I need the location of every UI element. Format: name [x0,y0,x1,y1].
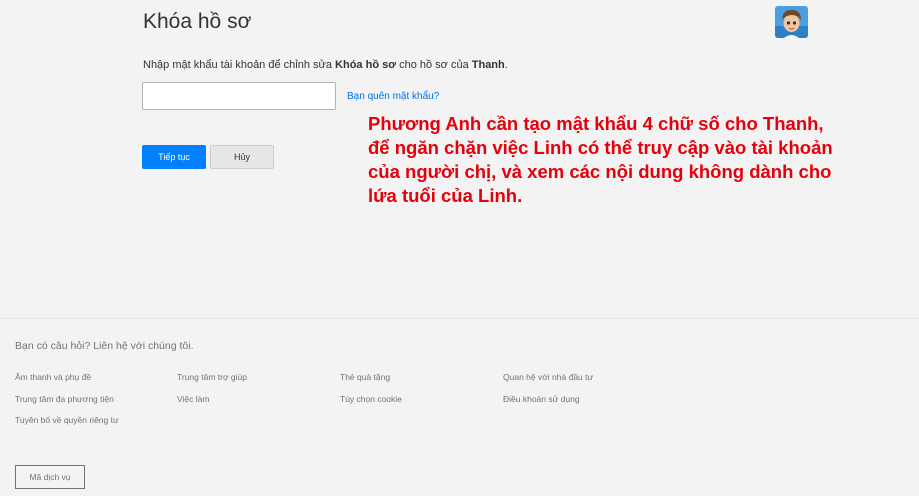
footer-link-jobs[interactable]: Việc làm [177,394,340,416]
avatar-image [775,6,808,38]
annotation-overlay: Phương Anh cần tạo mật khẩu 4 chữ số cho… [368,112,918,208]
footer-link-privacy-statement[interactable]: Tuyên bố về quyền riêng tư [15,415,177,437]
instructions-setting-name: Khóa hồ sơ [335,59,397,71]
instructions-text: Nhập mật khẩu tài khoản để chỉnh sửa Khó… [143,59,508,71]
footer-divider [0,318,919,319]
page-title: Khóa hồ sơ [143,10,252,33]
avatar[interactable] [775,6,808,38]
service-code-button[interactable]: Mã dịch vụ [15,465,85,489]
forgot-password-link[interactable]: Bạn quên mật khẩu? [347,91,439,102]
annotation-line: để ngăn chặn việc Linh có thể truy cập v… [368,137,833,158]
footer-link-investor-relations[interactable]: Quan hệ với nhà đầu tư [503,372,675,394]
footer-link-cookie-preferences[interactable]: Tùy chọn cookie [340,394,503,416]
footer-link-help-center[interactable]: Trung tâm trợ giúp [177,372,340,394]
instructions-profile-name: Thanh [471,59,505,71]
footer-link-audio-subtitles[interactable]: Âm thanh và phụ đề [15,372,177,394]
footer-link-gift-cards[interactable]: Thẻ quà tặng [340,372,503,394]
annotation-line: của người chị, và xem các nội dung không… [368,161,832,182]
footer-link-media-center[interactable]: Trung tâm đa phương tiện [15,394,177,416]
instructions-middle: cho hồ sơ của [396,59,472,71]
password-input[interactable] [142,82,336,110]
footer-links: Âm thanh và phụ đề Trung tâm trợ giúp Th… [15,372,675,437]
continue-button[interactable]: Tiếp tục [142,145,206,169]
instructions-prefix: Nhập mật khẩu tài khoản để chỉnh sửa [143,59,336,71]
instructions-suffix: . [504,59,508,71]
annotation-line: lứa tuổi của Linh. [368,185,523,206]
annotation-line: Phương Anh cần tạo mật khẩu 4 chữ số cho… [368,113,824,134]
footer-contact-question: Bạn có câu hỏi? Liên hệ với chúng tôi. [15,340,194,352]
footer-link-terms-of-use[interactable]: Điều khoản sử dụng [503,394,675,416]
cancel-button[interactable]: Hủy [210,145,274,169]
